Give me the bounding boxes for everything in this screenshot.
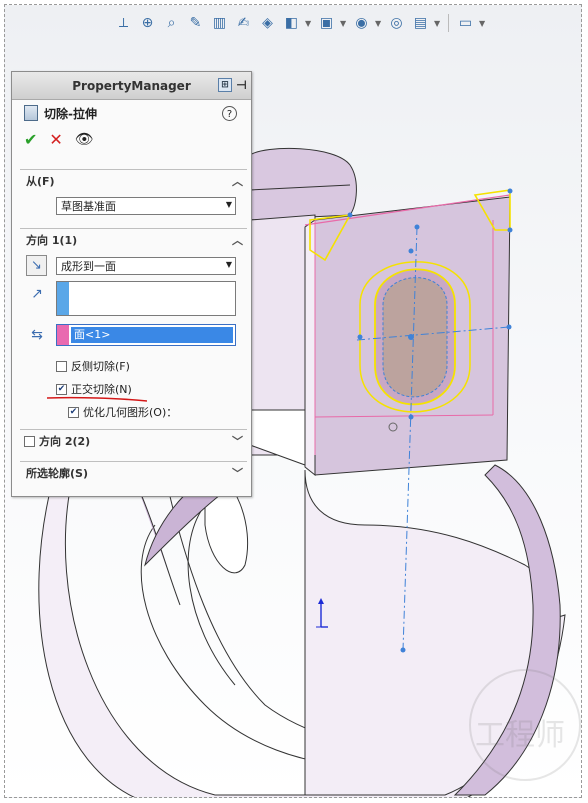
blue-swatch [57,282,69,315]
chevron-up-icon[interactable]: ︿ [232,232,243,248]
panel-title: PropertyManager [72,78,191,93]
feature-name: 切除-拉伸 [44,106,97,121]
chevron-down-icon[interactable]: ▼ [479,19,487,28]
help-icon[interactable]: ? [222,106,237,121]
property-manager-panel: PropertyManager ⊞ ⊣ 切除-拉伸 ? ✔ ✕ 👁 从(F) ︿… [11,71,252,497]
direction-vector-box[interactable] [56,281,236,316]
red-annotation-underline [47,396,147,402]
end-condition-value: 成形到一面 [61,260,116,273]
chevron-down-icon[interactable]: ﹀ [232,433,243,449]
view-settings-icon[interactable]: ▤ [410,13,431,34]
direction1-group-label: 方向 1(1) [26,234,78,247]
chevron-down-icon[interactable]: ▼ [305,19,313,28]
optimize-geometry-row[interactable]: ✔ 优化几何图形(O)： [68,404,177,420]
previous-view-icon[interactable]: ✎ [185,13,206,34]
heads-up-view-toolbar: ⟂ ⊕ ⌕ ✎ ▥ ✍ ◈ ◧ ▼ ▣ ▼ ◉ ▼ ◎ ▤ ▼ ▭ ▼ [113,11,487,35]
direction-arrow-icon: ↗ [31,286,43,302]
selected-face-item[interactable]: 面<1> [71,327,233,343]
feature-header: 切除-拉伸 ? [12,100,251,126]
dynamic-annotation-icon[interactable]: ✍ [233,13,254,34]
reverse-direction-icon[interactable]: ↘ [26,255,47,276]
ok-button[interactable]: ✔ [24,130,37,149]
chevron-down-icon: ▼ [225,260,232,269]
direction2-checkbox[interactable] [24,435,35,447]
direction2-group: 方向 2(2) ﹀ [20,429,247,456]
from-combo[interactable]: 草图基准面 ▼ [56,197,236,215]
display-style-icon[interactable]: ◧ [281,13,302,34]
from-group: 从(F) ︿ 草图基准面 ▼ [20,169,247,224]
action-buttons: ✔ ✕ 👁 [12,126,251,152]
flip-side-label: 反侧切除(F) [71,360,130,373]
chevron-up-icon[interactable]: ︿ [232,173,243,189]
selected-contours-group: 所选轮廓(S) ﹀ [20,461,247,488]
pin-icon[interactable]: ⊣ [236,78,247,92]
normal-cut-row[interactable]: ✔ 正交切除(N) [56,381,132,397]
axis-triad [316,598,328,628]
section-view-icon[interactable]: ▥ [209,13,230,34]
grid-icon[interactable]: ⊞ [218,78,233,92]
selected-contours-label: 所选轮廓(S) [26,467,88,480]
hide-show-items-icon[interactable]: ▣ [316,13,337,34]
normal-cut-checkbox[interactable]: ✔ [56,383,67,395]
chevron-down-icon: ▼ [225,200,232,209]
toolbar-separator [448,14,449,32]
view-orientation-icon[interactable]: ⟂ [113,13,134,34]
cancel-button[interactable]: ✕ [49,130,62,149]
flip-side-checkbox[interactable] [56,360,67,372]
monitor-icon[interactable]: ▭ [455,13,476,34]
svg-text:工程师: 工程师 [475,718,565,753]
optimize-geometry-checkbox[interactable]: ✔ [68,406,79,418]
direction2-group-label: 方向 2(2) [39,435,91,448]
from-group-label: 从(F) [26,175,55,188]
end-condition-combo[interactable]: 成形到一面 ▼ [56,257,236,275]
panel-title-bar: PropertyManager ⊞ ⊣ [12,72,251,100]
side-tab [249,409,306,466]
chevron-down-icon[interactable]: ▼ [375,19,383,28]
view-orientation-cube-icon[interactable]: ◈ [257,13,278,34]
flip-side-row[interactable]: 反侧切除(F) [56,358,130,374]
pink-swatch [57,325,69,345]
apply-scene-icon[interactable]: ◎ [386,13,407,34]
optimize-geometry-label: 优化几何图形(O)： [83,406,178,419]
preview-eye-icon[interactable]: 👁 [75,130,94,148]
extruded-cut-icon [24,105,38,121]
edit-appearance-icon[interactable]: ◉ [351,13,372,34]
from-combo-value: 草图基准面 [61,200,116,213]
face-selection-icon: ⇆ [31,327,43,343]
chevron-down-icon[interactable]: ﹀ [232,465,243,481]
normal-cut-label: 正交切除(N) [71,383,132,396]
zoom-area-icon[interactable]: ⌕ [161,13,182,34]
chevron-down-icon[interactable]: ▼ [434,19,442,28]
chevron-down-icon[interactable]: ▼ [340,19,348,28]
face-selection-box[interactable]: 面<1> [56,324,236,346]
zoom-to-fit-icon[interactable]: ⊕ [137,13,158,34]
